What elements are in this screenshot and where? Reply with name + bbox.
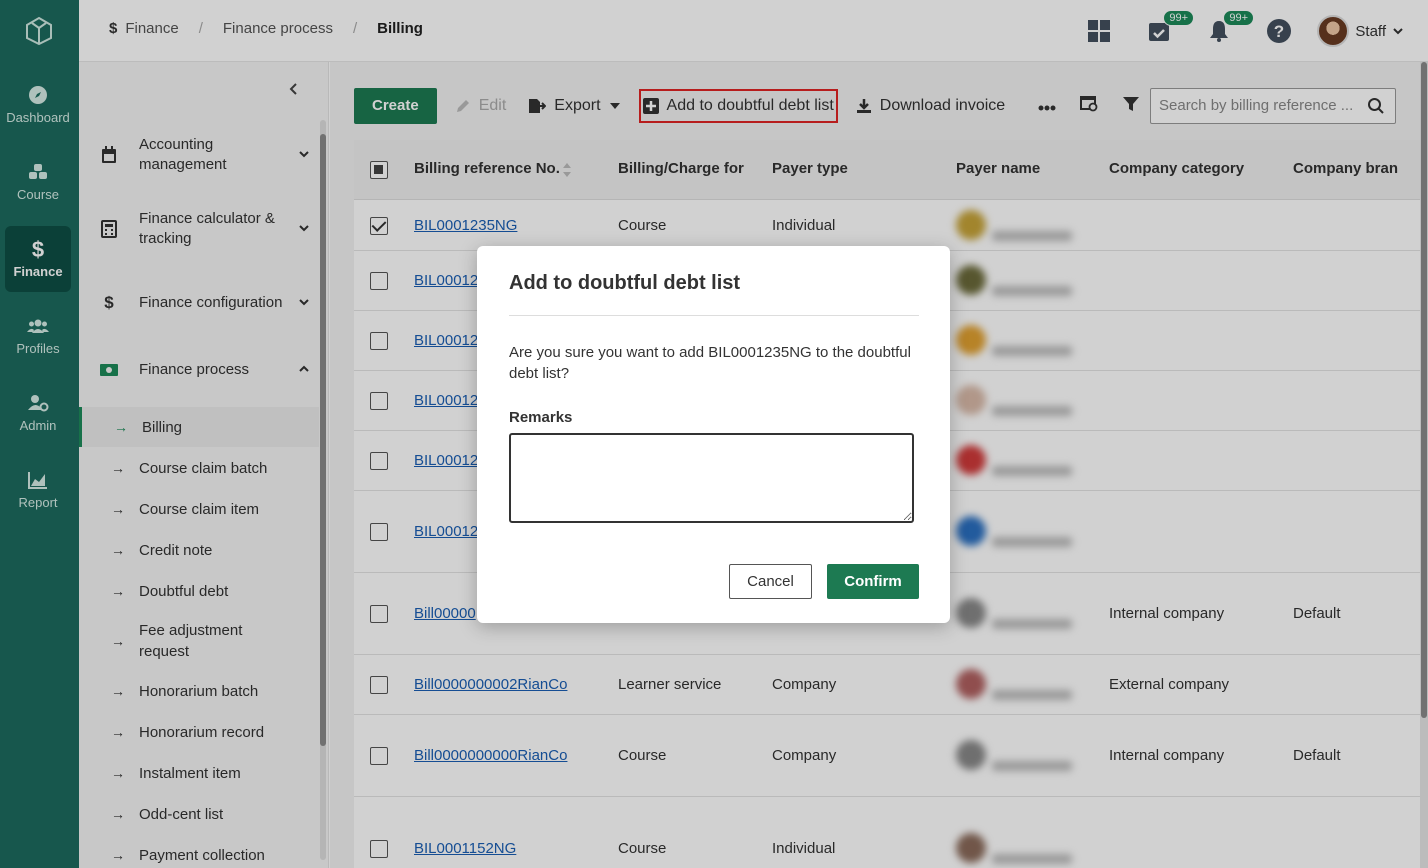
remarks-label: Remarks (509, 409, 573, 426)
confirm-button[interactable]: Confirm (827, 564, 919, 599)
doubtful-debt-dialog: Add to doubtful debt list Are you sure y… (477, 246, 950, 623)
dialog-title: Add to doubtful debt list (509, 272, 741, 294)
remarks-textarea[interactable] (509, 433, 914, 523)
divider (509, 315, 919, 316)
cancel-button[interactable]: Cancel (729, 564, 812, 599)
dialog-message: Are you sure you want to add BIL0001235N… (509, 344, 911, 382)
